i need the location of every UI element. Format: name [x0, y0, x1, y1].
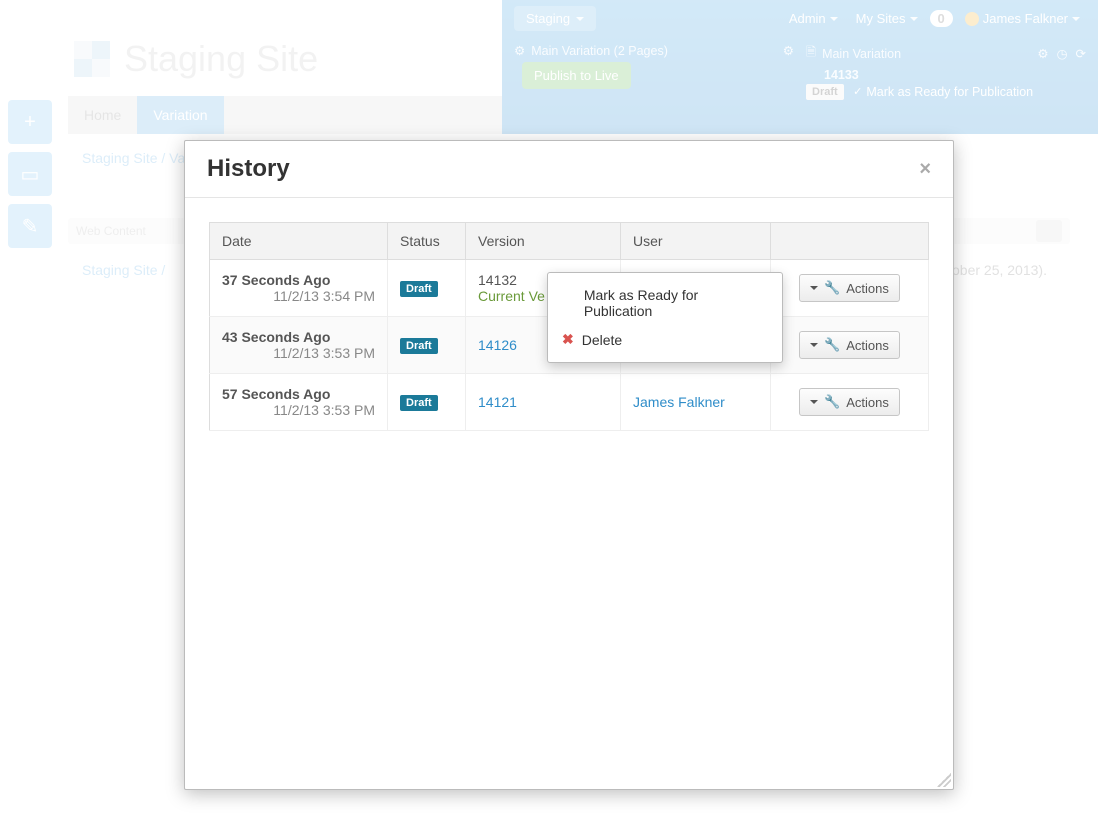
body-breadcrumb[interactable]: Staging Site /	[82, 262, 165, 278]
col-user: User	[621, 223, 771, 260]
version-link[interactable]: 14121	[478, 394, 517, 410]
delete-icon: ✖	[562, 331, 574, 348]
status-badge: Draft	[806, 84, 844, 100]
actions-button[interactable]: 🔧Actions	[799, 274, 900, 302]
avatar	[965, 12, 979, 26]
actions-dropdown: Mark as Ready for Publication ✖ Delete	[547, 272, 783, 363]
edit-icon[interactable]: ✎	[8, 204, 52, 248]
gear-icon[interactable]: ⚙	[514, 43, 525, 58]
col-date: Date	[210, 223, 388, 260]
site-header: Staging Site	[74, 38, 318, 80]
tab-home[interactable]: Home	[68, 96, 137, 134]
col-version: Version	[466, 223, 621, 260]
reload-icon[interactable]: ⟳	[1076, 46, 1086, 61]
chevron-down-icon	[1072, 17, 1080, 21]
history-modal: History × Date Status Version User 37 Se…	[184, 140, 954, 790]
clock-icon[interactable]: ◷	[1057, 46, 1068, 61]
site-logo-icon	[74, 41, 110, 77]
publish-to-live-button[interactable]: Publish to Live	[522, 62, 631, 89]
actions-button[interactable]: 🔧Actions	[799, 331, 900, 359]
mark-ready-item[interactable]: Mark as Ready for Publication	[548, 281, 782, 325]
version-number: 14133	[824, 68, 1086, 82]
mysites-menu[interactable]: My Sites	[850, 7, 924, 30]
chevron-down-icon	[910, 17, 918, 21]
user-link[interactable]: James Falkner	[633, 394, 725, 410]
add-icon[interactable]: +	[8, 100, 52, 144]
table-row: 57 Seconds Ago11/2/13 3:53 PM Draft 1412…	[210, 374, 929, 431]
gear-icon[interactable]: ⚙	[783, 43, 794, 58]
chevron-down-icon	[576, 17, 584, 21]
page-icon: 🗎	[806, 43, 816, 64]
chevron-down-icon	[810, 343, 818, 347]
search-placeholder: Web Content	[76, 224, 146, 238]
actions-button[interactable]: 🔧Actions	[799, 388, 900, 416]
status-badge: Draft	[400, 395, 438, 411]
admin-topbar: Staging Admin My Sites 0 James Falkner ⚙…	[502, 0, 1098, 134]
wrench-icon: 🔧	[824, 280, 840, 296]
status-badge: Draft	[400, 338, 438, 354]
mark-ready-link[interactable]: Mark as Ready for Publication	[853, 85, 1033, 99]
gear-icon[interactable]: ⚙	[1037, 46, 1048, 61]
left-rail: + ▭ ✎	[8, 100, 52, 248]
wrench-icon: 🔧	[824, 394, 840, 410]
chevron-down-icon	[830, 17, 838, 21]
staging-site-button[interactable]: Staging	[514, 6, 596, 31]
search-go-button[interactable]	[1036, 220, 1062, 242]
resize-handle[interactable]	[937, 773, 951, 787]
user-menu[interactable]: James Falkner	[959, 7, 1086, 30]
chevron-down-icon	[810, 400, 818, 404]
tab-variation[interactable]: Variation	[137, 96, 223, 134]
modal-title: History	[207, 155, 290, 183]
preview-icon[interactable]: ▭	[8, 152, 52, 196]
variation-label[interactable]: Main Variation	[822, 47, 901, 61]
close-icon[interactable]: ×	[919, 158, 931, 181]
chevron-down-icon	[810, 286, 818, 290]
wrench-icon: 🔧	[824, 337, 840, 353]
delete-item[interactable]: ✖ Delete	[548, 325, 782, 354]
admin-menu[interactable]: Admin	[783, 7, 844, 30]
variation-pages-label[interactable]: Main Variation (2 Pages)	[531, 44, 668, 58]
col-status: Status	[388, 223, 466, 260]
status-badge: Draft	[400, 281, 438, 297]
notification-badge[interactable]: 0	[930, 10, 953, 27]
site-title: Staging Site	[124, 38, 318, 80]
breadcrumb[interactable]: Staging Site / Va	[82, 150, 185, 166]
body-date: ober 25, 2013).	[952, 262, 1047, 278]
version-link[interactable]: 14126	[478, 337, 517, 353]
